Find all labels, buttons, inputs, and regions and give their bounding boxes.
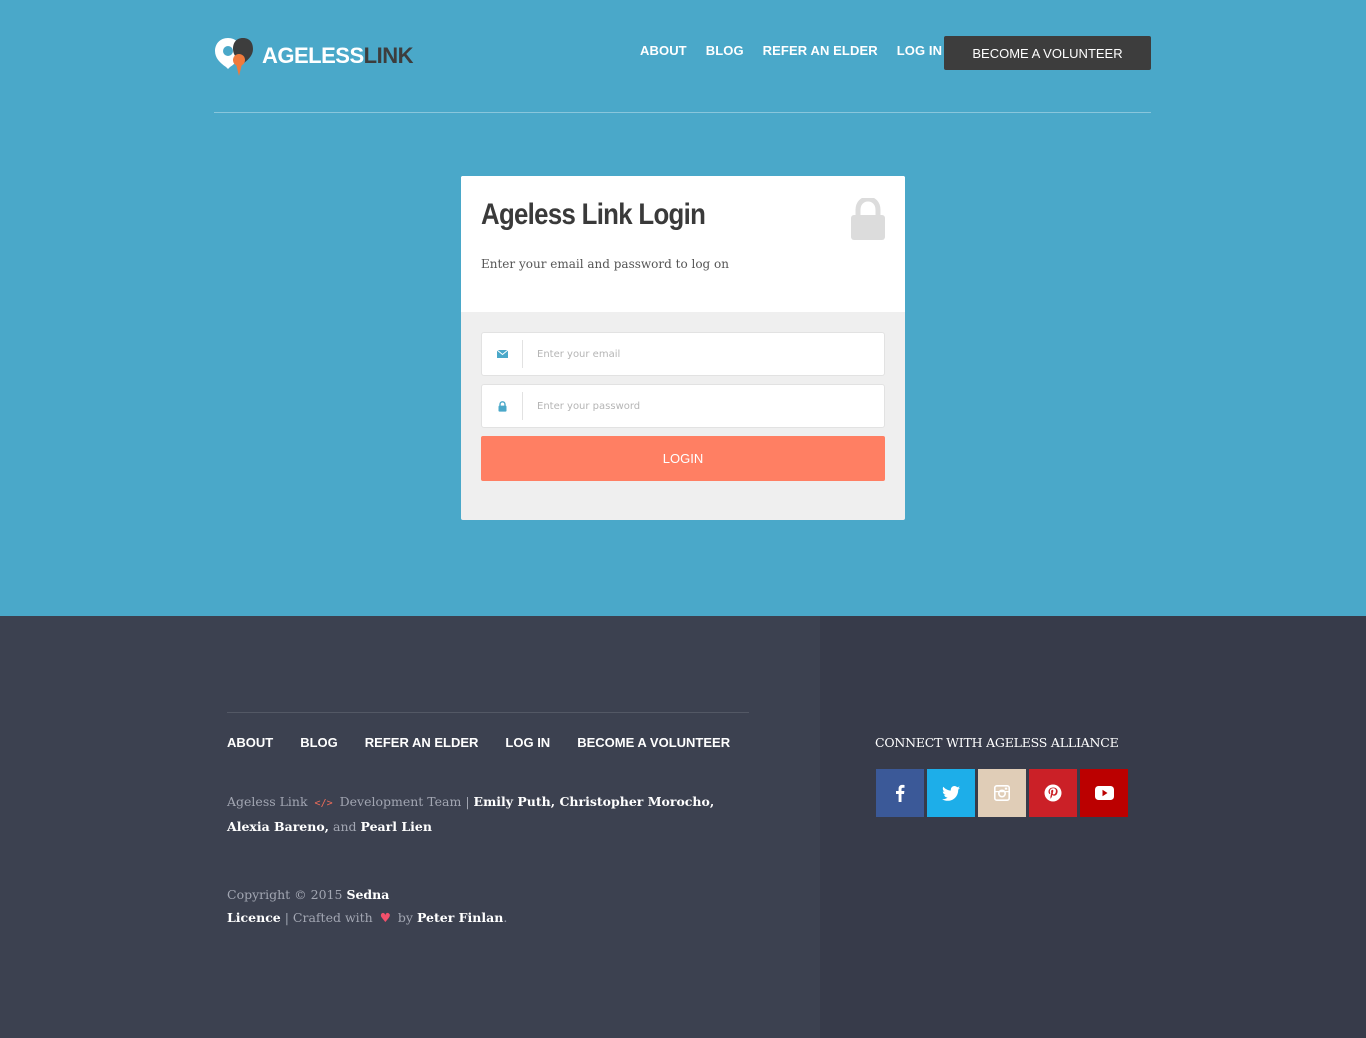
credits-last-link[interactable]: Pearl Lien	[361, 819, 432, 834]
lock-icon	[850, 196, 886, 245]
heart-icon: ♥	[379, 910, 391, 925]
footer-nav-refer-an-elder[interactable]: REFER AN ELDER	[365, 735, 479, 750]
footer-nav-blog[interactable]: BLOG	[300, 735, 338, 750]
nav-log-in[interactable]: LOG IN	[897, 43, 942, 58]
password-field	[481, 384, 885, 428]
facebook-icon	[896, 784, 905, 802]
footer-nav-log-in[interactable]: LOG IN	[505, 735, 550, 750]
login-card-header: Ageless Link Login Enter your email and …	[461, 176, 905, 312]
main-nav: ABOUT BLOG REFER AN ELDER LOG IN	[640, 43, 942, 58]
twitter-button[interactable]	[927, 769, 975, 817]
instagram-button[interactable]	[978, 769, 1026, 817]
connect-title: CONNECT WITH AGELESS ALLIANCE	[875, 735, 1119, 750]
copyright-text: Copyright © 2015 Sedna Licence | Crafted…	[227, 883, 507, 929]
header-divider	[214, 112, 1151, 113]
heart-pin-logo-icon	[214, 34, 260, 78]
instagram-icon	[994, 785, 1010, 801]
footer-nav-become-volunteer[interactable]: BECOME A VOLUNTEER	[577, 735, 730, 750]
lock-icon	[482, 392, 523, 420]
site-logo[interactable]: AGELESSLINK	[214, 34, 413, 78]
copyright-label: Copyright © 2015	[227, 887, 343, 902]
youtube-button[interactable]	[1080, 769, 1128, 817]
crafted-text: | Crafted with	[284, 910, 373, 925]
footer-divider	[227, 712, 749, 713]
youtube-icon	[1094, 786, 1114, 800]
login-title: Ageless Link Login	[481, 198, 706, 231]
pinterest-button[interactable]	[1029, 769, 1077, 817]
footer-nav: ABOUT BLOG REFER AN ELDER LOG IN BECOME …	[227, 735, 730, 750]
footer-nav-about[interactable]: ABOUT	[227, 735, 273, 750]
by-text: by	[397, 910, 413, 925]
credits-text: Ageless Link </> Development Team | Emil…	[227, 790, 747, 838]
envelope-icon	[482, 340, 523, 368]
author-link[interactable]: Peter Finlan	[417, 910, 503, 925]
footer-right-panel	[820, 616, 1366, 1038]
licence-link[interactable]: Licence	[227, 910, 281, 925]
credits-mid: Development Team |	[339, 794, 470, 809]
twitter-icon	[942, 785, 960, 801]
social-links	[876, 769, 1128, 817]
credits-and: and	[333, 819, 357, 834]
login-subtitle: Enter your email and password to log on	[481, 257, 730, 271]
login-card: Ageless Link Login Enter your email and …	[461, 176, 905, 520]
period: .	[503, 910, 508, 925]
email-input[interactable]	[537, 348, 867, 360]
email-field	[481, 332, 885, 376]
password-input[interactable]	[537, 400, 867, 412]
code-icon: </>	[314, 798, 333, 809]
nav-about[interactable]: ABOUT	[640, 43, 687, 58]
facebook-button[interactable]	[876, 769, 924, 817]
login-button[interactable]: LOGIN	[481, 436, 885, 481]
credits-prefix: Ageless Link	[227, 794, 308, 809]
logo-text: AGELESSLINK	[262, 43, 413, 68]
sedna-link[interactable]: Sedna	[346, 887, 389, 902]
hero-section: AGELESSLINK ABOUT BLOG REFER AN ELDER LO…	[0, 0, 1366, 616]
become-volunteer-button[interactable]: BECOME A VOLUNTEER	[944, 36, 1151, 70]
pinterest-icon	[1044, 784, 1062, 802]
nav-blog[interactable]: BLOG	[706, 43, 744, 58]
nav-refer-an-elder[interactable]: REFER AN ELDER	[763, 43, 878, 58]
